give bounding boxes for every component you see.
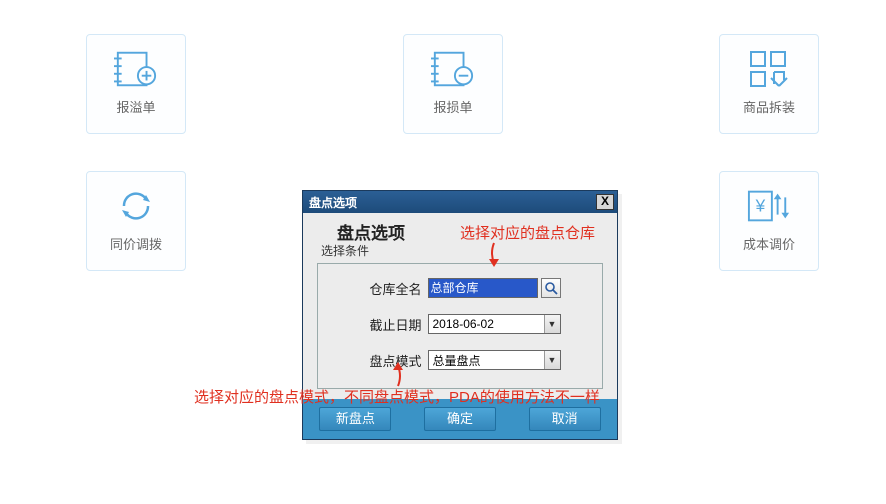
tile-label: 成本调价 [720,234,818,253]
warehouse-input[interactable]: 总部仓库 [428,278,538,298]
dialog-subheading: 选择条件 [321,242,607,259]
ok-button[interactable]: 确定 [424,407,496,431]
tile-cost[interactable]: ¥ 成本调价 [719,171,819,271]
dialog-titlebar[interactable]: 盘点选项 X [303,191,617,213]
chevron-down-icon: ▼ [544,315,560,333]
annotation-arrow-icon [486,241,502,272]
date-label: 截止日期 [360,315,422,334]
annotation-top: 选择对应的盘点仓库 [460,222,595,243]
mode-value: 总量盘点 [433,352,481,369]
tile-packaging[interactable]: 商品拆装 [719,34,819,134]
dialog-heading: 盘点选项 [337,219,405,244]
grid-split-icon [747,49,791,89]
tile-transfer[interactable]: 同价调拨 [86,171,186,271]
magnifier-icon [544,281,558,295]
mode-dropdown[interactable]: 总量盘点 ▼ [428,350,561,370]
date-value: 2018-06-02 [433,317,494,331]
cancel-button[interactable]: 取消 [529,407,601,431]
tile-loss[interactable]: 报损单 [403,34,503,134]
annotation-arrow-icon [390,357,406,388]
tile-overflow[interactable]: 报溢单 [86,34,186,134]
tile-label: 报损单 [404,97,502,116]
notebook-plus-icon [114,49,158,89]
dialog-title: 盘点选项 [309,194,357,211]
annotation-bottom: 选择对应的盘点模式，不同盘点模式，PDA的使用方法不一样 [194,386,600,407]
search-button[interactable] [541,278,561,298]
refresh-icon [114,186,158,226]
new-button[interactable]: 新盘点 [319,407,391,431]
tile-label: 商品拆装 [720,97,818,116]
tile-label: 报溢单 [87,97,185,116]
price-adjust-icon: ¥ [747,186,791,226]
notebook-minus-icon [431,49,475,89]
warehouse-label: 仓库全名 [360,279,422,298]
chevron-down-icon: ▼ [544,351,560,369]
close-button[interactable]: X [596,194,614,210]
fieldset-conditions: 仓库全名 总部仓库 截止日期 2018-06-02 ▼ 盘点模式 [317,263,603,389]
date-dropdown[interactable]: 2018-06-02 ▼ [428,314,561,334]
tile-label: 同价调拨 [87,234,185,253]
svg-text:¥: ¥ [755,196,766,216]
